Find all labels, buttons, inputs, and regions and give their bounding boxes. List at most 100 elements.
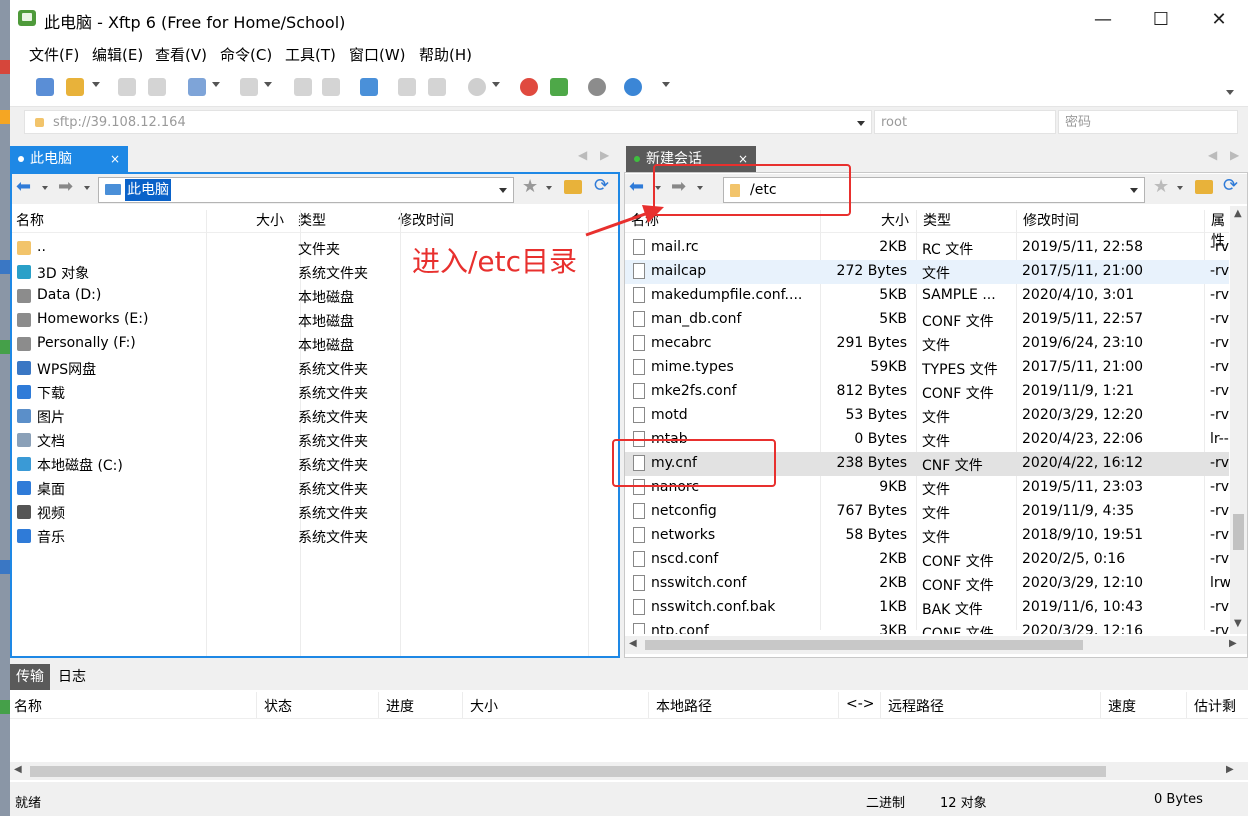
home-folder-icon[interactable] (1195, 180, 1213, 194)
gear-icon[interactable] (588, 78, 606, 96)
list-item[interactable]: Data (D:) 本地磁盘 (12, 284, 588, 308)
list-item[interactable]: Homeworks (E:) 本地磁盘 (12, 308, 588, 332)
vertical-scrollbar[interactable]: ▲ ▼ (1230, 206, 1247, 634)
password-input[interactable]: 密码 (1058, 110, 1238, 134)
new-session-icon[interactable] (36, 78, 54, 96)
list-item[interactable]: Personally (F:) 本地磁盘 (12, 332, 588, 356)
list-item[interactable]: WPS网盘 系统文件夹 (12, 356, 588, 380)
list-item[interactable]: 下载 系统文件夹 (12, 380, 588, 404)
table-row[interactable]: mail.rc 2KB RC 文件 2019/5/11, 22:58 -rv (625, 236, 1229, 260)
tab-scroll-right-icon[interactable]: ▶ (1230, 148, 1239, 162)
help-icon[interactable] (624, 78, 642, 96)
table-row[interactable]: makedumpfile.conf.... 5KB SAMPLE ... 2020/4… (625, 284, 1229, 308)
column-remote-path[interactable]: 远程路径 (888, 696, 944, 716)
tab-log[interactable]: 日志 (58, 664, 86, 690)
minimize-button[interactable]: — (1074, 0, 1132, 38)
back-arrow-icon[interactable]: ⬅ (629, 176, 644, 197)
table-row[interactable]: man_db.conf 5KB CONF 文件 2019/5/11, 22:57 -rv (625, 308, 1229, 332)
list-item[interactable]: 文档 系统文件夹 (12, 428, 588, 452)
column-status[interactable]: 状态 (264, 696, 292, 716)
menu-file[interactable]: 文件(F) (29, 44, 79, 65)
column-modified[interactable]: 修改时间 (398, 210, 454, 230)
star-icon[interactable]: ★ (522, 176, 538, 197)
scrollbar-thumb[interactable] (30, 766, 1106, 777)
back-arrow-icon[interactable]: ⬅ (16, 176, 31, 197)
column-speed[interactable]: 速度 (1108, 696, 1136, 716)
scrollbar-thumb[interactable] (645, 640, 1083, 650)
table-row[interactable]: motd 53 Bytes 文件 2020/3/29, 12:20 -rv (625, 404, 1229, 428)
table-row[interactable]: networks 58 Bytes 文件 2018/9/10, 19:51 -rv (625, 524, 1229, 548)
table-row[interactable]: mke2fs.conf 812 Bytes CONF 文件 2019/11/9, 1:… (625, 380, 1229, 404)
tab-scroll-left-icon[interactable]: ◀ (1208, 148, 1217, 162)
xshell-icon[interactable] (520, 78, 538, 96)
chevron-down-icon[interactable] (1130, 188, 1138, 193)
column-eta[interactable]: 估计剩 (1194, 696, 1236, 716)
table-row[interactable]: netconfig 767 Bytes 文件 2019/11/9, 4:35 -rv (625, 500, 1229, 524)
scroll-down-icon[interactable]: ▼ (1234, 618, 1242, 629)
chevron-down-icon[interactable] (42, 186, 48, 190)
menu-help[interactable]: 帮助(H) (419, 44, 472, 65)
tab-transfers[interactable]: 传输 (10, 664, 50, 690)
chevron-down-icon[interactable] (212, 82, 220, 87)
chevron-down-icon[interactable] (84, 186, 90, 190)
column-local-path[interactable]: 本地路径 (656, 696, 712, 716)
tab-scroll-left-icon[interactable]: ◀ (578, 148, 587, 162)
chevron-down-icon[interactable] (92, 82, 100, 87)
scroll-right-icon[interactable]: ▶ (1229, 638, 1237, 649)
table-row[interactable]: mailcap 272 Bytes 文件 2017/5/11, 21:00 -rv (625, 260, 1229, 284)
column-name[interactable]: 名称 (16, 210, 44, 230)
table-row[interactable]: nscd.conf 2KB CONF 文件 2020/2/5, 0:16 -rv (625, 548, 1229, 572)
horizontal-scrollbar[interactable]: ◀ ▶ (625, 636, 1247, 654)
refresh-icon[interactable]: ⟳ (594, 175, 609, 196)
star-icon[interactable]: ★ (1153, 176, 1169, 197)
menu-window[interactable]: 窗口(W) (349, 44, 406, 65)
column-progress[interactable]: 进度 (386, 696, 414, 716)
table-row[interactable]: nsswitch.conf 2KB CONF 文件 2020/3/29, 12:10 l… (625, 572, 1230, 596)
chevron-down-icon[interactable] (1177, 186, 1183, 190)
local-path-input[interactable]: 此电脑 (98, 177, 514, 203)
tab-scroll-right-icon[interactable]: ▶ (600, 148, 609, 162)
chevron-down-icon[interactable] (546, 186, 552, 190)
close-icon[interactable]: × (110, 146, 120, 172)
table-row[interactable]: mime.types 59KB TYPES 文件 2017/5/11, 21:00 -r… (625, 356, 1229, 380)
transfer-horizontal-scrollbar[interactable]: ◀ ▶ (10, 762, 1248, 780)
transfer-icon[interactable] (360, 78, 378, 96)
table-row[interactable]: nsswitch.conf.bak 1KB BAK 文件 2019/11/6, 10:… (625, 596, 1229, 620)
list-item[interactable]: 图片 系统文件夹 (12, 404, 588, 428)
tab-local[interactable]: 此电脑 × (10, 146, 128, 172)
forward-arrow-icon[interactable]: ➡ (58, 176, 73, 197)
host-input[interactable]: sftp://39.108.12.164 (24, 110, 872, 134)
home-folder-icon[interactable] (564, 180, 582, 194)
column-type[interactable]: 类型 (923, 210, 951, 230)
column-direction[interactable]: <-> (846, 696, 875, 712)
scroll-up-icon[interactable]: ▲ (1234, 208, 1242, 219)
title-bar[interactable]: 此电脑 - Xftp 6 (Free for Home/School) — ☐ … (10, 0, 1248, 38)
list-item[interactable]: 音乐 系统文件夹 (12, 524, 588, 548)
list-item[interactable]: 本地磁盘 (C:) 系统文件夹 (12, 452, 588, 476)
toolbar-overflow-icon[interactable] (1226, 90, 1234, 95)
column-modified[interactable]: 修改时间 (1023, 210, 1079, 230)
scroll-left-icon[interactable]: ◀ (14, 764, 22, 775)
column-type[interactable]: 类型 (298, 210, 326, 230)
scrollbar-thumb[interactable] (1233, 514, 1244, 550)
maximize-button[interactable]: ☐ (1132, 0, 1190, 38)
menu-tools[interactable]: 工具(T) (285, 44, 336, 65)
chevron-down-icon[interactable] (499, 188, 507, 193)
column-name[interactable]: 名称 (14, 696, 42, 716)
refresh-icon[interactable]: ⟳ (1223, 175, 1238, 196)
chevron-down-icon[interactable] (857, 121, 865, 126)
table-row[interactable]: ntp.conf 3KB CONF 文件 2020/3/29, 12:16 -rv (625, 620, 1229, 634)
scroll-left-icon[interactable]: ◀ (629, 638, 637, 649)
menu-command[interactable]: 命令(C) (220, 44, 272, 65)
list-item[interactable]: 桌面 系统文件夹 (12, 476, 588, 500)
username-input[interactable]: root (874, 110, 1056, 134)
scroll-right-icon[interactable]: ▶ (1226, 764, 1234, 775)
new-window-icon[interactable] (188, 78, 206, 96)
column-size[interactable]: 大小 (881, 210, 909, 230)
menu-view[interactable]: 查看(V) (155, 44, 207, 65)
list-item[interactable]: 视频 系统文件夹 (12, 500, 588, 524)
open-folder-icon[interactable] (66, 78, 84, 96)
close-button[interactable]: ✕ (1190, 0, 1248, 38)
column-size[interactable]: 大小 (256, 210, 284, 230)
table-row[interactable]: mecabrc 291 Bytes 文件 2019/6/24, 23:10 -rv (625, 332, 1229, 356)
